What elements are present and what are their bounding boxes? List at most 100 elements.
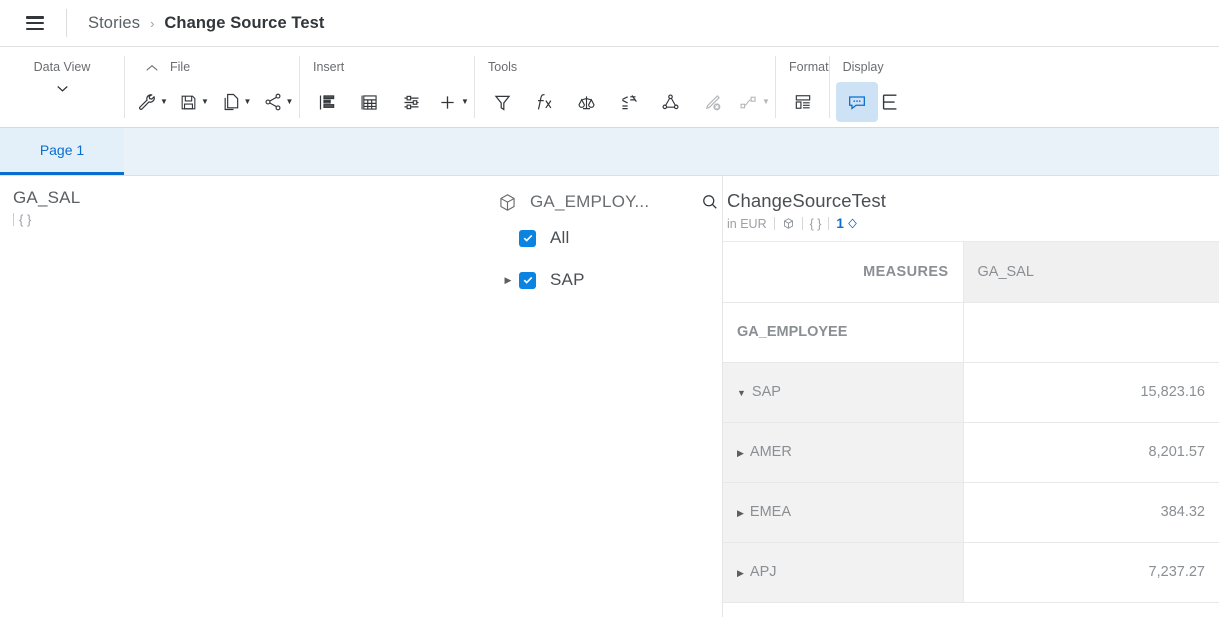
toolbar-group-insert: Insert ▼ (300, 47, 474, 127)
copy-dropdown-caret-icon[interactable]: ▼ (244, 98, 252, 106)
left-widget-header: GA_SAL { } (13, 188, 80, 227)
toolbar-icons-tools: ▼ (475, 77, 775, 127)
toolbar-group-label-format: Format (789, 59, 829, 74)
table-filter-count-value: 1 (836, 216, 844, 231)
balance-scale-icon[interactable] (565, 82, 607, 122)
search-icon[interactable] (700, 192, 723, 212)
table-row[interactable]: ▶ AMER 8,201.57 (723, 422, 1219, 483)
show-hide-panel-icon[interactable] (878, 82, 902, 122)
left-widget-subtitle-divider (13, 213, 14, 226)
table-row[interactable]: ▼ SAP 15,823.16 (723, 362, 1219, 423)
dimension-filter-name: GA_EMPLOY... (530, 192, 650, 211)
row-label-cell[interactable]: ▶ AMER (723, 422, 964, 483)
row-label-cell[interactable]: ▼ SAP (723, 362, 964, 423)
toolbar-group-format: Format (776, 47, 829, 127)
row-label-cell[interactable]: ▶ APJ (723, 542, 964, 603)
page-title: Change Source Test (164, 13, 325, 32)
hamburger-menu-icon[interactable] (26, 16, 44, 30)
top-bar: Stories › Change Source Test (0, 0, 1219, 47)
smart-grouping-dropdown-caret-icon: ▼ (762, 97, 770, 106)
save-dropdown-caret-icon[interactable]: ▼ (201, 98, 209, 106)
row-value-cell: 15,823.16 (963, 362, 1219, 423)
dimension-header-label[interactable]: GA_EMPLOYEE (723, 302, 964, 363)
expand-arrow-icon[interactable]: ▶ (737, 508, 744, 519)
table-header-row-dimension: GA_EMPLOYEE (723, 302, 1219, 363)
checkbox-sap[interactable] (519, 271, 536, 289)
row-label: APJ (749, 564, 777, 580)
share-dropdown-caret-icon[interactable]: ▼ (286, 98, 294, 106)
table-formula-badge[interactable]: { } (803, 217, 829, 231)
table-currency-label: in EUR (727, 216, 767, 231)
toolbar-icons-file: ▼ ▼ ▼ ▼ (125, 77, 299, 127)
topbar-divider (66, 9, 67, 37)
tab-page-1[interactable]: Page 1 (0, 128, 124, 175)
table-widget: ChangeSourceTest in EUR { } 1 MEASURES G… (722, 176, 1219, 617)
toolbar-collapse-chevron-up-icon[interactable] (143, 61, 161, 79)
ranking-icon[interactable] (607, 82, 649, 122)
table-widget-subtitle: in EUR { } 1 (727, 216, 1219, 231)
toolbar-group-label-tools: Tools (488, 59, 518, 74)
insert-chart-icon[interactable] (306, 82, 348, 122)
wrench-icon[interactable]: ▼ (131, 82, 173, 122)
toolbar-group-label-insert: Insert (313, 59, 345, 74)
row-value-cell: 384.32 (963, 482, 1219, 543)
dimension-filter-panel: GA_EMPLOY... ▶ All ▶ SAP (497, 187, 723, 301)
table-row[interactable]: ▶ APJ 7,237.27 (723, 542, 1219, 603)
wrench-dropdown-caret-icon[interactable]: ▼ (160, 98, 168, 106)
expand-arrow-icon[interactable]: ▶ (737, 568, 744, 579)
filter-item-sap[interactable]: ▶ SAP (497, 259, 723, 301)
data-view-chevron-down-icon[interactable] (53, 77, 72, 127)
insert-table-icon[interactable] (348, 82, 390, 122)
dimension-header-value (963, 302, 1219, 363)
toolbar-group-label-data-view: Data View (33, 59, 91, 74)
checkbox-all[interactable] (519, 229, 536, 247)
toolbar-icons-display (830, 77, 902, 127)
tab-page-1-label: Page 1 (39, 142, 85, 158)
pivot-table: MEASURES GA_SAL GA_EMPLOYEE ▼ SAP 15,823.… (723, 242, 1219, 603)
table-row[interactable]: ▶ EMEA 384.32 (723, 482, 1219, 543)
toolbar-group-label-display: Display (842, 59, 884, 74)
toolbar-group-tools: Tools ▼ (475, 47, 775, 127)
row-label: EMEA (749, 504, 792, 520)
share-icon[interactable]: ▼ (257, 82, 299, 122)
left-widget-title: GA_SAL (13, 188, 81, 207)
insert-input-control-icon[interactable] (390, 82, 432, 122)
add-icon[interactable]: ▼ (432, 82, 474, 122)
cube-icon[interactable] (775, 217, 802, 230)
copy-icon[interactable]: ▼ (215, 82, 257, 122)
clear-styling-icon (691, 82, 733, 122)
page-tab-bar: Page 1 (0, 128, 1219, 176)
measure-column-header[interactable]: GA_SAL (963, 242, 1219, 303)
table-filter-count[interactable]: 1 (829, 216, 866, 231)
story-canvas: GA_SAL { } GA_EMPLOY... All ▶ SAP Change… (0, 176, 1219, 617)
filter-item-all-label: All (550, 228, 570, 247)
row-value-cell: 7,237.27 (963, 542, 1219, 603)
measures-header-label: MEASURES (723, 242, 964, 303)
row-label-cell[interactable]: ▶ EMEA (723, 482, 964, 543)
add-dropdown-caret-icon[interactable]: ▼ (461, 98, 469, 106)
collapse-arrow-icon[interactable]: ▼ (737, 388, 746, 398)
linked-analysis-icon[interactable] (649, 82, 691, 122)
main-toolbar: Data View File ▼ ▼ ▼ ▼ Insert ▼ Tools ▼ … (0, 47, 1219, 128)
toolbar-icons-insert: ▼ (300, 77, 474, 127)
dimension-filter-header: GA_EMPLOY... (497, 187, 723, 217)
row-label: AMER (749, 444, 792, 460)
styling-panel-icon[interactable] (782, 82, 824, 122)
save-icon[interactable]: ▼ (173, 82, 215, 122)
breadcrumb-stories-link[interactable]: Stories (88, 14, 140, 33)
cube-icon (497, 192, 518, 213)
toolbar-icons-format (776, 77, 829, 127)
row-value-cell: 8,201.57 (963, 422, 1219, 483)
filter-item-sap-label: SAP (550, 270, 585, 289)
expand-arrow-icon[interactable]: ▶ (737, 448, 744, 459)
filter-icon[interactable] (481, 82, 523, 122)
table-widget-title: ChangeSourceTest (727, 190, 886, 211)
expand-arrow-icon[interactable]: ▶ (497, 275, 519, 286)
comment-icon[interactable] (835, 82, 878, 122)
left-widget-subtitle: { } (13, 212, 80, 227)
formula-icon[interactable] (523, 82, 565, 122)
toolbar-group-data-view: Data View (0, 47, 124, 127)
breadcrumb: Stories › Change Source Test (88, 14, 325, 33)
table-header-row-measures: MEASURES GA_SAL (723, 242, 1219, 303)
filter-item-all[interactable]: ▶ All (497, 217, 723, 259)
